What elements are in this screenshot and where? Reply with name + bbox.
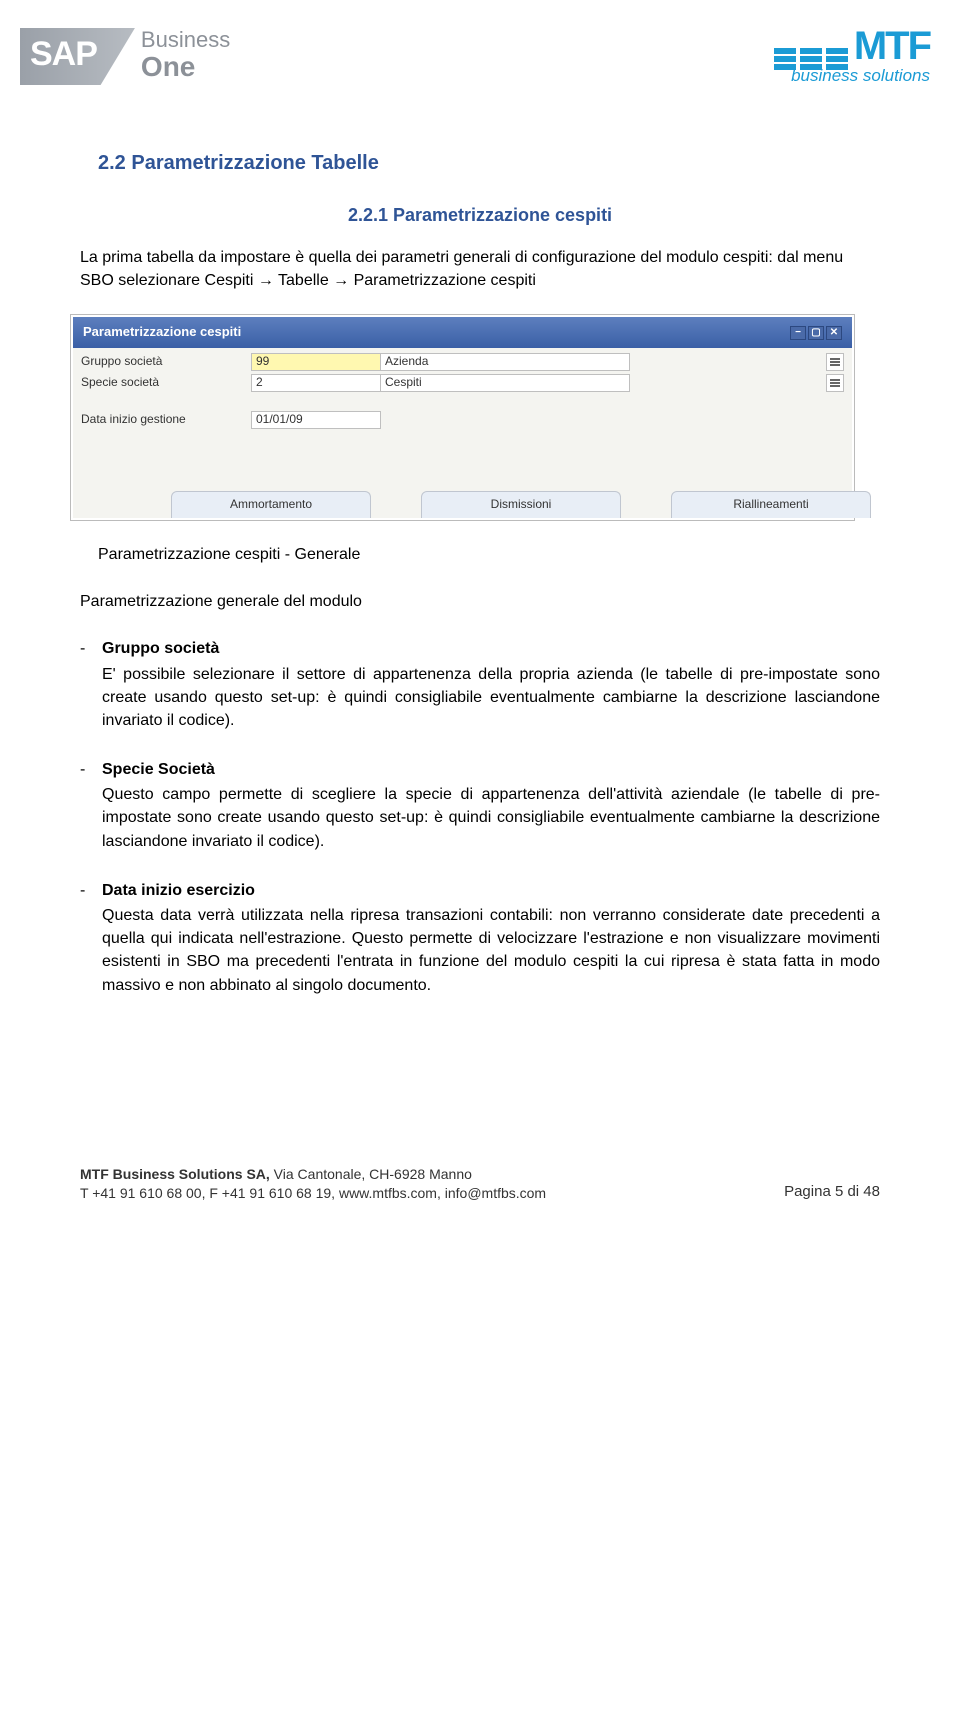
footer-left: MTF Business Solutions SA, Via Cantonale… (80, 1165, 546, 1203)
window-titlebar: Parametrizzazione cespiti − ▢ ✕ (73, 317, 852, 348)
close-icon[interactable]: ✕ (826, 326, 842, 340)
label-data: Data inizio gestione (81, 411, 251, 428)
intro-paragraph: La prima tabella da impostare è quella d… (80, 246, 880, 292)
label-gruppo: Gruppo società (81, 353, 251, 370)
header-logos: SAP Business One MTF business solutions (20, 28, 930, 89)
sub-label: Parametrizzazione cespiti - Generale (98, 543, 880, 566)
window-body: Gruppo società 99 Azienda Specie società… (73, 348, 852, 518)
form-row-data: Data inizio gestione 01/01/09 (81, 410, 844, 430)
item-body: Questo campo permette di scegliere la sp… (102, 783, 880, 853)
item-title: Data inizio esercizio (102, 879, 255, 902)
list-item: -Specie Società Questo campo permette di… (80, 758, 880, 853)
sap-logo: SAP Business One (20, 28, 230, 85)
tabs-row: Ammortamento Dismissioni Riallineamenti (81, 490, 844, 518)
sap-line1: Business (141, 28, 230, 52)
minimize-icon[interactable]: − (790, 326, 806, 340)
list-item: -Gruppo società E' possibile selezionare… (80, 637, 880, 732)
section-heading: 2.2 Parametrizzazione Tabelle (98, 149, 880, 178)
field-data-value[interactable]: 01/01/09 (251, 411, 381, 429)
form-row-specie: Specie società 2 Cespiti (81, 373, 844, 393)
picker-icon[interactable] (826, 353, 844, 371)
item-title: Gruppo società (102, 637, 219, 660)
window-title: Parametrizzazione cespiti (83, 323, 241, 342)
tab-dismissioni[interactable]: Dismissioni (421, 491, 621, 518)
field-specie-value[interactable]: 2 (251, 374, 381, 392)
mtf-tagline: business solutions (774, 64, 930, 89)
footer-address: Via Cantonale, CH-6928 Manno (270, 1166, 472, 1182)
footer-pager: Pagina 5 di 48 (784, 1181, 880, 1203)
field-gruppo-value[interactable]: 99 (251, 353, 381, 371)
embedded-screenshot: Parametrizzazione cespiti − ▢ ✕ Gruppo s… (70, 314, 855, 521)
subsection-heading: 2.2.1 Parametrizzazione cespiti (80, 202, 880, 228)
picker-icon[interactable] (826, 374, 844, 392)
definition-list: -Gruppo società E' possibile selezionare… (80, 637, 880, 996)
page-footer: MTF Business Solutions SA, Via Cantonale… (0, 1165, 960, 1223)
tab-riallineamenti[interactable]: Riallineamenti (671, 491, 871, 518)
tab-ammortamento[interactable]: Ammortamento (171, 491, 371, 518)
sap-logo-box: SAP (20, 28, 135, 85)
footer-company: MTF Business Solutions SA, (80, 1166, 270, 1182)
maximize-icon[interactable]: ▢ (808, 326, 824, 340)
item-body: Questa data verrà utilizzata nella ripre… (102, 904, 880, 997)
sap-logo-text: Business One (141, 28, 230, 83)
modulo-line: Parametrizzazione generale del modulo (80, 590, 880, 613)
mtf-brand: MTF (854, 28, 930, 64)
label-specie: Specie società (81, 374, 251, 391)
field-gruppo-desc: Azienda (380, 353, 630, 371)
sap-line2: One (141, 52, 230, 83)
list-item: -Data inizio esercizio Questa data verrà… (80, 879, 880, 997)
mtf-logo: MTF business solutions (774, 28, 930, 89)
form-row-gruppo: Gruppo società 99 Azienda (81, 352, 844, 372)
window-controls: − ▢ ✕ (790, 326, 842, 340)
field-specie-desc: Cespiti (380, 374, 630, 392)
footer-contacts: T +41 91 610 68 00, F +41 91 610 68 19, … (80, 1184, 546, 1203)
item-body: E' possibile selezionare il settore di a… (102, 663, 880, 733)
item-title: Specie Società (102, 758, 215, 781)
